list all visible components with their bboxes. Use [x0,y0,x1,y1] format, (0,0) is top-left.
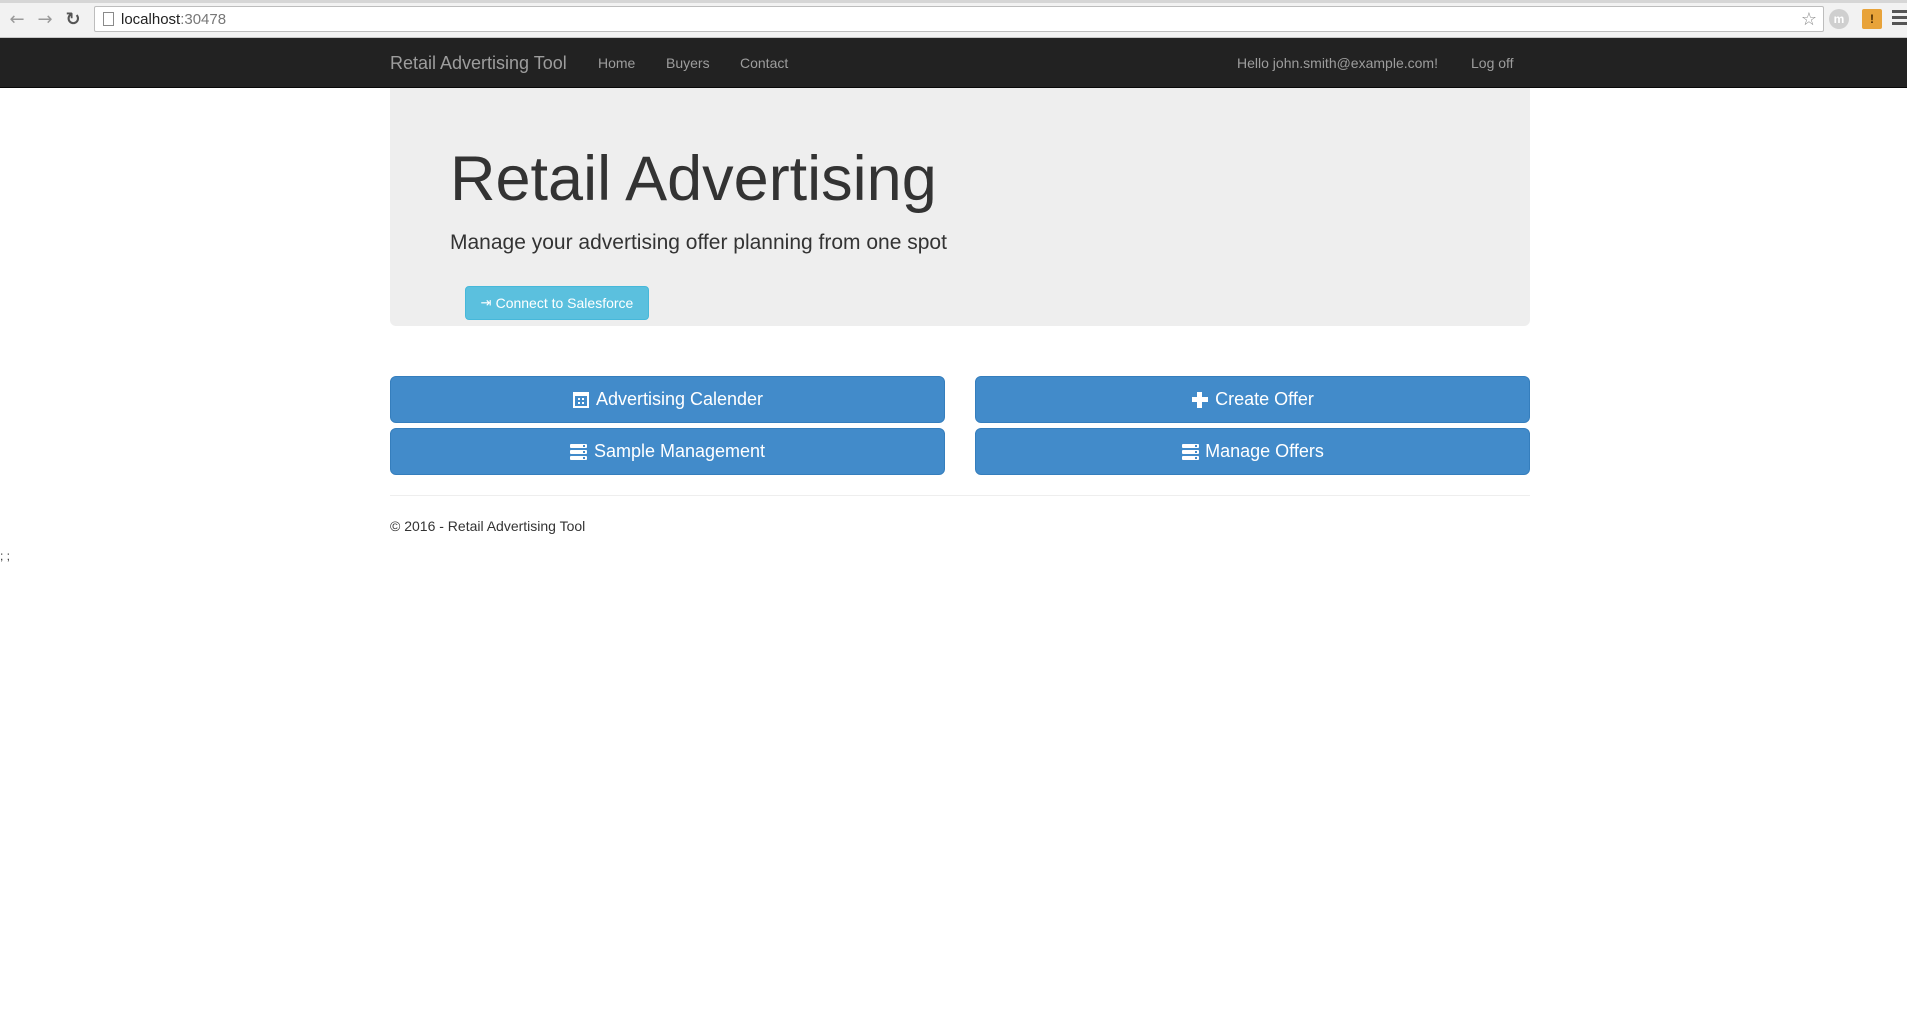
tasks-icon [570,443,588,461]
url-text[interactable]: localhost:30478 [121,11,226,28]
create-offer-button[interactable]: Create Offer [975,376,1530,423]
logoff-link[interactable]: Log off [1471,55,1514,71]
advertising-calendar-label: Advertising Calender [595,389,764,409]
footer-copyright: © 2016 - Retail Advertising Tool [390,518,586,534]
reload-icon[interactable]: ↻ [62,8,84,30]
manage-offers-button[interactable]: Manage Offers [975,428,1530,475]
forward-arrow-icon[interactable]: → [34,8,56,30]
nav-contact-link[interactable]: Contact [740,55,788,71]
advertising-calendar-button[interactable]: Advertising Calender [390,376,945,423]
extension-m-icon[interactable]: m [1829,9,1849,29]
navbar-brand[interactable]: Retail Advertising Tool [390,53,567,74]
connect-salesforce-button[interactable]: ⇥ Connect to Salesforce [465,286,649,320]
browser-menu-icon[interactable] [1892,10,1907,26]
sample-management-button[interactable]: Sample Management [390,428,945,475]
back-arrow-icon[interactable]: ← [6,8,28,30]
sample-management-label: Sample Management [593,441,766,461]
tasks-icon [1181,443,1199,461]
address-bar[interactable]: localhost:30478 ☆ [94,6,1824,32]
url-port: :30478 [180,11,227,28]
jumbotron: Retail Advertising Manage your advertisi… [390,88,1530,326]
stray-text: ; ; [0,549,11,563]
bookmark-star-icon[interactable]: ☆ [1801,9,1817,30]
footer-divider [390,495,1530,496]
browser-toolbar: ← → ↻ localhost:30478 ☆ m ! [0,0,1907,38]
create-offer-label: Create Offer [1215,389,1314,409]
site-navbar: Retail Advertising Tool Home Buyers Cont… [0,38,1907,88]
nav-buyers-link[interactable]: Buyers [666,55,710,71]
connect-salesforce-label: Connect to Salesforce [495,295,634,311]
plus-icon [1191,391,1209,409]
manage-offers-label: Manage Offers [1205,441,1324,461]
nav-home-link[interactable]: Home [598,55,635,71]
calendar-icon [572,391,590,409]
log-in-icon: ⇥ [480,295,492,311]
user-greeting-link[interactable]: Hello john.smith@example.com! [1237,55,1438,71]
tab-strip [0,0,1907,3]
page-title: Retail Advertising [450,144,937,214]
page-lead: Manage your advertising offer planning f… [450,231,947,254]
page-icon [103,12,114,26]
extension-icon[interactable]: ! [1862,9,1882,29]
url-host: localhost [121,11,181,28]
